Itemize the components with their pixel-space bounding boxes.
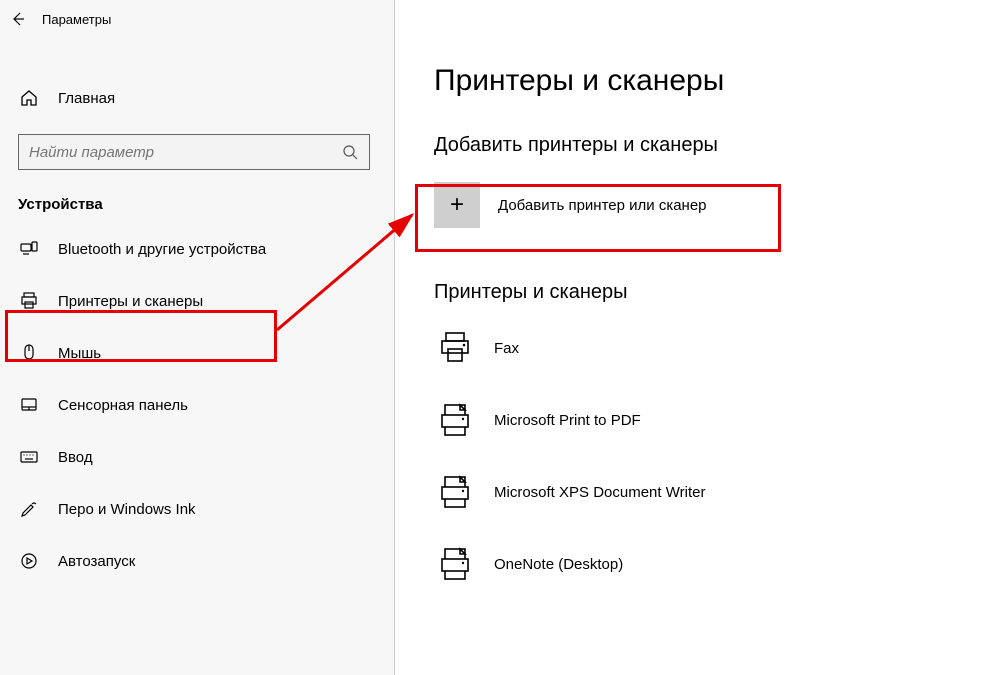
section-heading: Устройства: [0, 196, 394, 213]
fax-icon: [434, 327, 476, 369]
sidebar-item-label: Мышь: [58, 345, 101, 362]
add-section-heading: Добавить принтеры и сканеры: [434, 134, 1001, 157]
sidebar-item-touchpad[interactable]: Сенсорная панель: [0, 379, 394, 431]
home-label: Главная: [58, 90, 115, 107]
touchpad-icon: [18, 394, 40, 416]
printer-icon: [18, 290, 40, 312]
plus-icon: +: [434, 182, 480, 228]
arrow-left-icon: [10, 11, 26, 27]
content-pane: Принтеры и сканеры Добавить принтеры и с…: [396, 0, 1001, 675]
printer-label: Microsoft XPS Document Writer: [494, 484, 705, 501]
printer-item-xps[interactable]: Microsoft XPS Document Writer: [434, 456, 1001, 528]
home-icon: [18, 87, 40, 109]
sidebar-item-label: Автозапуск: [58, 553, 135, 570]
add-printer-label: Добавить принтер или сканер: [498, 197, 707, 214]
printer-item-fax[interactable]: Fax: [434, 312, 1001, 384]
printer-label: Fax: [494, 340, 519, 357]
printer-label: Microsoft Print to PDF: [494, 412, 641, 429]
titlebar: Параметры: [0, 4, 394, 34]
sidebar-item-label: Ввод: [58, 449, 93, 466]
sidebar-item-mouse[interactable]: Мышь: [0, 327, 394, 379]
pen-icon: [18, 498, 40, 520]
autoplay-icon: [18, 550, 40, 572]
mouse-icon: [18, 342, 40, 364]
sidebar-item-label: Bluetooth и другие устройства: [58, 241, 266, 258]
back-button[interactable]: [6, 7, 30, 31]
add-printer-button[interactable]: + Добавить принтер или сканер: [434, 177, 794, 233]
sidebar-item-printers[interactable]: Принтеры и сканеры: [0, 275, 394, 327]
sidebar-item-label: Сенсорная панель: [58, 397, 188, 414]
sidebar-item-bluetooth[interactable]: Bluetooth и другие устройства: [0, 223, 394, 275]
search-icon: [341, 143, 359, 161]
printer-item-pdf[interactable]: Microsoft Print to PDF: [434, 384, 1001, 456]
search-box[interactable]: [18, 134, 370, 170]
printer-xps-icon: [434, 471, 476, 513]
sidebar: Параметры Главная Устройства Bluetooth и…: [0, 0, 395, 675]
home-nav[interactable]: Главная: [0, 76, 394, 120]
printers-list-heading: Принтеры и сканеры: [434, 281, 1001, 304]
sidebar-item-typing[interactable]: Ввод: [0, 431, 394, 483]
printer-label: OneNote (Desktop): [494, 556, 623, 573]
keyboard-icon: [18, 446, 40, 468]
printer-onenote-icon: [434, 543, 476, 585]
printer-pdf-icon: [434, 399, 476, 441]
page-title: Принтеры и сканеры: [434, 64, 1001, 98]
sidebar-item-label: Принтеры и сканеры: [58, 293, 203, 310]
sidebar-item-label: Перо и Windows Ink: [58, 501, 196, 518]
sidebar-item-pen[interactable]: Перо и Windows Ink: [0, 483, 394, 535]
bluetooth-devices-icon: [18, 238, 40, 260]
window-title: Параметры: [42, 12, 111, 27]
search-input[interactable]: [29, 144, 329, 161]
printer-item-onenote[interactable]: OneNote (Desktop): [434, 528, 1001, 600]
sidebar-item-autoplay[interactable]: Автозапуск: [0, 535, 394, 587]
